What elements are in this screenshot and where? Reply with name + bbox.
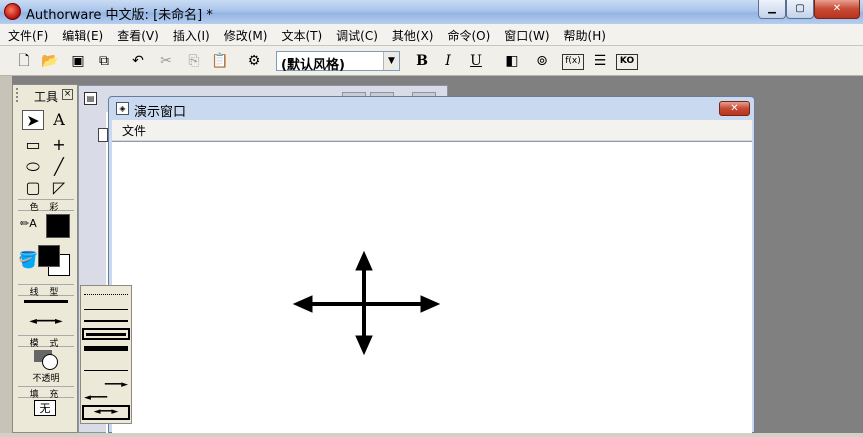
paste-icon[interactable]: 📋	[210, 51, 230, 71]
menu-window[interactable]: 窗口(W)	[496, 24, 555, 44]
presentation-menu-bar	[112, 120, 752, 140]
menu-debug[interactable]: 调试(C)	[328, 24, 384, 44]
tools-palette-title: 工具	[34, 90, 59, 104]
text-style-dropdown[interactable]: (默认风格) ▼	[276, 51, 400, 73]
pointer-tool[interactable]: ➤	[22, 110, 44, 130]
line-option-thick-selected[interactable]	[82, 328, 130, 340]
control-panel-icon[interactable]: ⊚	[532, 51, 552, 71]
copy-icon[interactable]: ⎘	[184, 51, 204, 71]
save-all-icon[interactable]: ▣	[68, 51, 88, 71]
pencil-color-text: A	[29, 217, 37, 230]
underline-button[interactable]: U	[466, 51, 486, 71]
menu-insert[interactable]: 插入(I)	[165, 24, 216, 44]
import-icon[interactable]: ⧉	[94, 51, 114, 71]
color-section-label: 色 彩	[18, 199, 74, 213]
fill-bucket-icon[interactable]: 🪣	[18, 250, 38, 270]
arrow-right-head	[420, 295, 441, 313]
cross-arrow-drawing[interactable]	[112, 142, 752, 434]
text-tool[interactable]: A	[48, 110, 70, 130]
line-option-thin[interactable]	[84, 309, 128, 310]
menu-command[interactable]: 命令(O)	[439, 24, 496, 44]
new-file-icon[interactable]: 🗋	[14, 51, 34, 71]
line-option-dotted[interactable]	[84, 294, 128, 295]
menu-edit[interactable]: 编辑(E)	[54, 24, 109, 44]
arrow-up-head	[355, 250, 373, 271]
line-option-medium[interactable]	[84, 320, 128, 322]
menu-file[interactable]: 文件(F)	[0, 24, 54, 44]
left-dock	[0, 76, 12, 433]
undo-icon[interactable]: ↶	[128, 51, 148, 71]
minimize-button[interactable]: ▁	[758, 0, 786, 19]
arrow-left-head	[292, 295, 313, 313]
arrow-option-both-selected[interactable]: ◄━━►	[82, 405, 130, 420]
fill-section-label: 填 充	[18, 386, 74, 400]
ellipse-tool[interactable]: ⬭	[22, 157, 44, 177]
functions-button[interactable]: f(x)	[562, 54, 584, 70]
menu-bar: 文件(F) 编辑(E) 查看(V) 插入(I) 修改(M) 文本(T) 调试(C) 其他(X)…	[0, 24, 863, 46]
foreground-color-swatch[interactable]	[38, 245, 60, 267]
find-icon[interactable]: ⚙	[244, 51, 264, 71]
line-style-flyout	[80, 285, 132, 424]
pencil-color-icon[interactable]: ✏A	[20, 217, 42, 237]
design-window-icon: ▤	[84, 92, 97, 105]
menu-view[interactable]: 查看(V)	[109, 24, 165, 44]
menu-help[interactable]: 帮助(H)	[556, 24, 612, 44]
toolbar: 🗋 📂 ▣ ⧉ ↶ ✂ ⎘ 📋 ⚙ B I U ◧ ⊚ f(x) ☰ KO	[0, 46, 863, 76]
double-arrow-line-preview[interactable]: ◄━━━►	[22, 316, 70, 328]
flowline-start-icon	[98, 128, 108, 142]
run-icon[interactable]: ◧	[502, 51, 522, 71]
close-button[interactable]: ✕	[814, 0, 860, 19]
diagonal-line-tool[interactable]: ╱	[48, 157, 70, 177]
arrow-option-end[interactable]: ━━━►	[84, 381, 128, 390]
cut-icon[interactable]: ✂	[156, 51, 176, 71]
mode-section-label: 模 式	[18, 335, 74, 349]
opaque-mode-icon[interactable]	[42, 354, 58, 370]
line-color-swatch[interactable]	[46, 214, 70, 238]
maximize-button[interactable]: ▢	[786, 0, 814, 19]
line-style-section-label: 线 型	[18, 284, 74, 298]
drag-grip-icon[interactable]	[16, 88, 22, 102]
rectangle-tool[interactable]: ▭	[22, 135, 44, 155]
menu-modify[interactable]: 修改(M)	[216, 24, 274, 44]
presentation-window-title: 演示窗口	[134, 105, 187, 120]
variables-icon[interactable]: ☰	[590, 51, 610, 71]
menu-text[interactable]: 文本(T)	[273, 24, 328, 44]
presentation-close-button[interactable]: ✕	[719, 101, 750, 116]
presentation-window-icon: ◈	[116, 102, 129, 115]
bold-button[interactable]: B	[412, 51, 432, 71]
knowledge-objects-button[interactable]: KO	[616, 54, 638, 70]
authorware-app-icon[interactable]	[4, 3, 21, 20]
arrow-option-none[interactable]	[84, 370, 128, 371]
presentation-canvas[interactable]	[112, 141, 752, 433]
tools-close-icon[interactable]: ×	[62, 89, 73, 100]
arrow-down-head	[355, 335, 373, 356]
line-width-preview[interactable]	[24, 300, 68, 303]
window-title: Authorware 中文版: [未命名] *	[26, 8, 213, 23]
open-folder-icon[interactable]: 📂	[40, 51, 60, 71]
crosshair-line-tool[interactable]: +	[48, 135, 70, 155]
chevron-down-icon[interactable]: ▼	[383, 52, 399, 70]
rounded-rectangle-tool[interactable]: ▢	[22, 178, 44, 198]
arrow-option-start[interactable]: ◄━━━	[84, 394, 128, 403]
menu-other[interactable]: 其他(X)	[384, 24, 440, 44]
text-style-value: (默认风格)	[281, 58, 345, 73]
fill-pattern-value[interactable]: 无	[34, 400, 56, 416]
italic-button[interactable]: I	[438, 51, 458, 71]
line-option-thickest[interactable]	[84, 346, 128, 351]
polygon-tool[interactable]: ◸	[48, 178, 70, 198]
presentation-menu-file[interactable]: 文件	[122, 122, 146, 139]
mode-value[interactable]: 不透明	[18, 371, 74, 384]
